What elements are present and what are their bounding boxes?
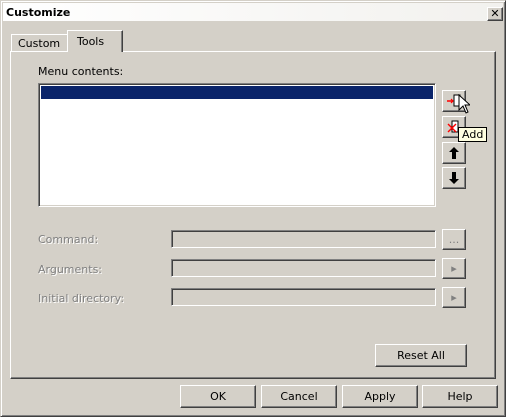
- window-title: Customize: [6, 6, 71, 19]
- tab-tools-label: Tools: [77, 35, 105, 48]
- close-icon: ✕: [490, 7, 500, 20]
- cancel-button[interactable]: Cancel: [261, 385, 337, 408]
- tab-custom-label: Custom: [18, 37, 61, 50]
- tab-tools[interactable]: Tools: [67, 30, 123, 52]
- tools-tab-panel: [10, 51, 496, 379]
- close-button[interactable]: ✕: [487, 7, 503, 21]
- tab-custom[interactable]: Custom: [11, 34, 69, 51]
- customize-dialog: Customize ✕ Custom Tools Menu contents:: [0, 0, 506, 417]
- title-bar: Customize ✕: [3, 3, 503, 21]
- apply-button[interactable]: Apply: [342, 385, 418, 408]
- help-button[interactable]: Help: [422, 385, 498, 408]
- ok-button[interactable]: OK: [180, 385, 256, 408]
